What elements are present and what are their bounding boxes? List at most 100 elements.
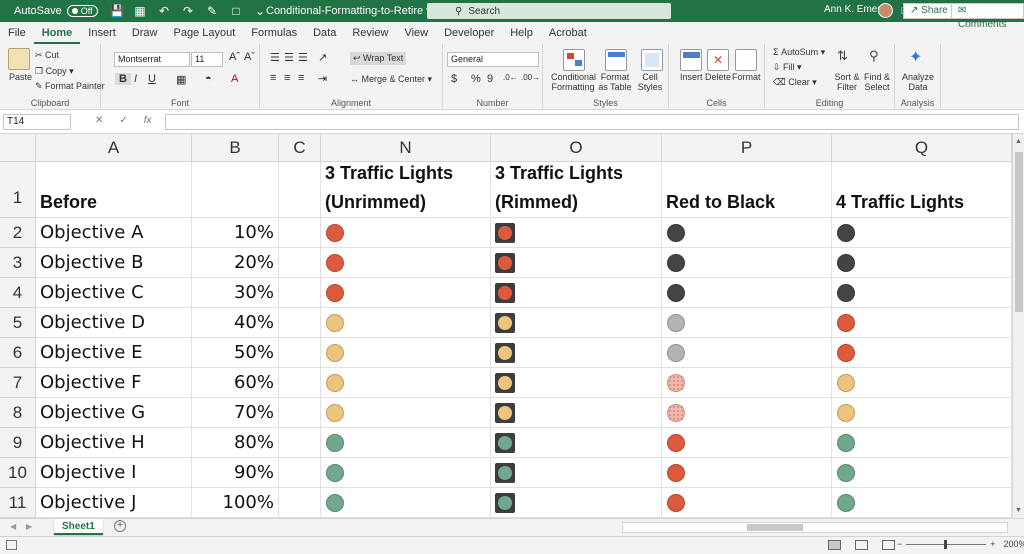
table-row-q-cell[interactable] bbox=[832, 218, 1012, 248]
enter-icon[interactable]: ✓ bbox=[119, 115, 127, 126]
row-header[interactable]: 6 bbox=[0, 338, 36, 368]
table-icon[interactable]: ▦ bbox=[134, 5, 147, 18]
table-row-empty-cell[interactable] bbox=[279, 428, 321, 458]
delete-cells-icon[interactable]: ✕ bbox=[707, 49, 729, 71]
format-as-table-icon[interactable] bbox=[605, 49, 627, 71]
share-button[interactable]: ↗ Share bbox=[903, 3, 955, 19]
table-row-pct-cell[interactable]: 80% bbox=[192, 428, 279, 458]
tab-formulas[interactable]: Formulas bbox=[243, 22, 305, 44]
add-sheet-icon[interactable]: + bbox=[114, 520, 126, 532]
zoom-in-icon[interactable]: + bbox=[990, 539, 995, 549]
tab-page-layout[interactable]: Page Layout bbox=[165, 22, 243, 44]
conditional-formatting-label[interactable]: Conditional Formatting bbox=[551, 72, 595, 92]
table-row-q-cell[interactable] bbox=[832, 398, 1012, 428]
table-row-o-cell[interactable] bbox=[491, 248, 662, 278]
font-shrink-icon[interactable]: Aˇ bbox=[244, 51, 255, 63]
customize-toolbar-icon[interactable]: ⌄ bbox=[254, 5, 267, 18]
tab-data[interactable]: Data bbox=[305, 22, 344, 44]
prev-sheet-icon[interactable]: ◀ bbox=[10, 522, 16, 531]
select-all-corner[interactable] bbox=[0, 134, 36, 162]
italic-icon[interactable]: I bbox=[134, 73, 137, 85]
cut-button[interactable]: ✂ Cut bbox=[35, 50, 59, 61]
zoom-level[interactable]: 200% bbox=[1004, 539, 1024, 549]
table-row-empty-cell[interactable] bbox=[279, 218, 321, 248]
row-header[interactable]: 9 bbox=[0, 428, 36, 458]
table-row-p-cell[interactable] bbox=[662, 488, 832, 518]
normal-view-icon[interactable] bbox=[828, 540, 841, 550]
table-row-pct-cell[interactable]: 20% bbox=[192, 248, 279, 278]
table-row-empty-cell[interactable] bbox=[279, 278, 321, 308]
table-row-name-cell[interactable]: Objective B bbox=[36, 248, 192, 278]
format-as-table-label[interactable]: Format as Table bbox=[595, 72, 635, 92]
scroll-down-icon[interactable]: ▼ bbox=[1015, 507, 1022, 514]
tab-view[interactable]: View bbox=[396, 22, 436, 44]
zoom-out-icon[interactable]: − bbox=[897, 539, 902, 549]
comma-icon[interactable]: 9 bbox=[487, 73, 493, 85]
cell-styles-label[interactable]: Cell Styles bbox=[635, 72, 665, 92]
align-right-icon[interactable]: ≡ bbox=[298, 72, 304, 84]
table-row-q-cell[interactable] bbox=[832, 308, 1012, 338]
decrease-decimal-icon[interactable]: .00→ bbox=[521, 73, 540, 82]
font-grow-icon[interactable]: Aˆ bbox=[229, 51, 240, 63]
table-row-pct-cell[interactable]: 50% bbox=[192, 338, 279, 368]
header-cell[interactable] bbox=[192, 162, 279, 218]
underline-icon[interactable]: U bbox=[148, 73, 156, 85]
table-row-pct-cell[interactable]: 10% bbox=[192, 218, 279, 248]
indent-icon[interactable]: ⇥ bbox=[318, 72, 327, 85]
sort-filter-icon[interactable]: ⇅ bbox=[837, 48, 848, 64]
fill-button[interactable]: ⇩ Fill ▾ bbox=[773, 62, 802, 73]
paste-label[interactable]: Paste bbox=[9, 72, 32, 82]
insert-cells-label[interactable]: Insert bbox=[680, 72, 703, 82]
header-cell[interactable] bbox=[279, 162, 321, 218]
table-row-p-cell[interactable] bbox=[662, 338, 832, 368]
undo-icon[interactable]: ↶ bbox=[158, 5, 171, 18]
next-sheet-icon[interactable]: ▶ bbox=[26, 522, 32, 531]
table-row-empty-cell[interactable] bbox=[279, 398, 321, 428]
middle-align-icon[interactable]: ☰ bbox=[284, 51, 294, 64]
table-row-name-cell[interactable]: Objective H bbox=[36, 428, 192, 458]
table-row-q-cell[interactable] bbox=[832, 338, 1012, 368]
table-row-n-cell[interactable] bbox=[321, 218, 491, 248]
currency-icon[interactable]: $ bbox=[451, 73, 457, 85]
table-row-o-cell[interactable] bbox=[491, 308, 662, 338]
document-title[interactable]: Conditional-Formatting-to-Retire ▾ bbox=[266, 4, 432, 17]
table-row-o-cell[interactable] bbox=[491, 218, 662, 248]
search-box[interactable]: ⚲ Search bbox=[427, 3, 671, 19]
cell-styles-icon[interactable] bbox=[641, 49, 663, 71]
increase-decimal-icon[interactable]: .0← bbox=[503, 73, 518, 82]
align-left-icon[interactable]: ≡ bbox=[270, 72, 276, 84]
insert-function-icon[interactable]: fx bbox=[144, 115, 152, 126]
row-header[interactable]: 11 bbox=[0, 488, 36, 518]
wrap-text-button[interactable]: ↩ Wrap Text bbox=[350, 52, 406, 65]
row-header[interactable]: 5 bbox=[0, 308, 36, 338]
tab-home[interactable]: Home bbox=[34, 22, 81, 44]
table-row-q-cell[interactable] bbox=[832, 278, 1012, 308]
row-header[interactable]: 7 bbox=[0, 368, 36, 398]
column-header-n[interactable]: N bbox=[321, 134, 491, 162]
column-header-b[interactable]: B bbox=[192, 134, 279, 162]
font-size-select[interactable]: 11 bbox=[191, 52, 223, 67]
vertical-scrollbar[interactable]: ▲ ▼ bbox=[1012, 134, 1024, 518]
horizontal-scroll-thumb[interactable] bbox=[747, 524, 803, 531]
table-row-name-cell[interactable]: Objective D bbox=[36, 308, 192, 338]
table-row-p-cell[interactable] bbox=[662, 248, 832, 278]
table-row-p-cell[interactable] bbox=[662, 398, 832, 428]
row-header[interactable]: 10 bbox=[0, 458, 36, 488]
table-row-n-cell[interactable] bbox=[321, 458, 491, 488]
tab-review[interactable]: Review bbox=[344, 22, 396, 44]
table-row-empty-cell[interactable] bbox=[279, 338, 321, 368]
row-header[interactable]: 4 bbox=[0, 278, 36, 308]
table-row-n-cell[interactable] bbox=[321, 308, 491, 338]
table-row-name-cell[interactable]: Objective F bbox=[36, 368, 192, 398]
table-row-p-cell[interactable] bbox=[662, 278, 832, 308]
zoom-slider[interactable] bbox=[906, 544, 986, 545]
format-cells-label[interactable]: Format bbox=[732, 72, 761, 82]
table-row-empty-cell[interactable] bbox=[279, 458, 321, 488]
table-row-name-cell[interactable]: Objective A bbox=[36, 218, 192, 248]
table-row-name-cell[interactable]: Objective I bbox=[36, 458, 192, 488]
table-row-pct-cell[interactable]: 30% bbox=[192, 278, 279, 308]
bottom-align-icon[interactable]: ☰ bbox=[298, 51, 308, 64]
table-row-name-cell[interactable]: Objective E bbox=[36, 338, 192, 368]
paste-icon[interactable] bbox=[8, 48, 30, 70]
cancel-icon[interactable]: ✕ bbox=[95, 115, 103, 126]
